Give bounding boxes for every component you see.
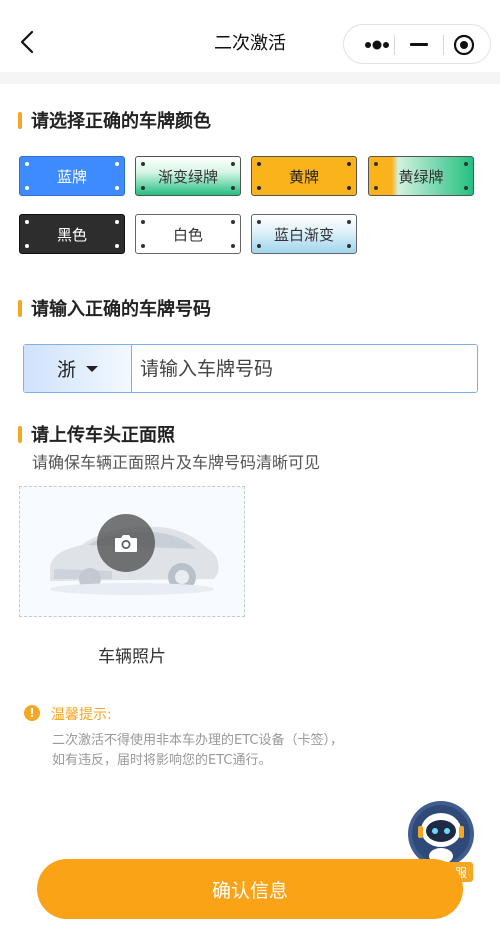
plate-label: 黄绿牌 bbox=[398, 167, 444, 186]
plate-option-blue-white-gradient[interactable]: 蓝白渐变 bbox=[251, 214, 357, 254]
province-selector[interactable]: 浙 bbox=[24, 345, 132, 392]
minimize-button[interactable] bbox=[410, 43, 428, 46]
close-miniprogram-button[interactable] bbox=[453, 34, 475, 56]
plate-label: 蓝白渐变 bbox=[273, 225, 334, 244]
nav-bar: 二次激活 bbox=[0, 0, 500, 72]
plate-option-white[interactable]: 白色 bbox=[135, 214, 241, 254]
confirm-button[interactable]: 确认信息 bbox=[37, 859, 463, 919]
tip-title: 温馨提示: bbox=[51, 707, 112, 723]
plate-label: 黑色 bbox=[56, 225, 87, 244]
accent-bar bbox=[18, 425, 22, 443]
plate-number-input[interactable] bbox=[138, 351, 472, 387]
vehicle-photo-upload[interactable] bbox=[19, 486, 245, 617]
section-title-plate-color: 请选择正确的车牌颜色 bbox=[18, 108, 211, 132]
plate-option-gradient-green[interactable]: 渐变绿牌 bbox=[135, 156, 241, 196]
section-title-text: 请输入正确的车牌号码 bbox=[31, 299, 211, 320]
more-dots-icon bbox=[365, 40, 389, 50]
accent-bar bbox=[18, 299, 22, 317]
upload-hint: 请确保车辆正面照片及车牌号码清晰可见 bbox=[32, 453, 321, 472]
plate-option-yellow-green[interactable]: 黄绿牌 bbox=[368, 156, 474, 196]
province-value: 浙 bbox=[56, 359, 76, 381]
camera-button[interactable] bbox=[97, 514, 155, 572]
plate-option-yellow[interactable]: 黄牌 bbox=[251, 156, 357, 196]
plate-number-input-group: 浙 bbox=[23, 344, 478, 393]
caret-down-icon bbox=[86, 365, 98, 372]
plate-label: 黄牌 bbox=[288, 167, 319, 186]
section-title-text: 请选择正确的车牌颜色 bbox=[31, 111, 211, 132]
plate-option-black[interactable]: 黑色 bbox=[19, 214, 125, 254]
miniprogram-capsule bbox=[343, 24, 491, 64]
capsule-divider bbox=[394, 35, 395, 55]
tip-text-line1: 二次激活不得使用非本车办理的ETC设备（卡签）， bbox=[52, 733, 343, 748]
warning-icon: ! bbox=[24, 705, 40, 721]
accent-bar bbox=[18, 111, 22, 129]
header-divider bbox=[0, 72, 500, 84]
section-title-plate-number: 请输入正确的车牌号码 bbox=[18, 296, 211, 320]
plate-label: 白色 bbox=[172, 225, 203, 244]
plate-label: 蓝牌 bbox=[56, 167, 87, 186]
more-button[interactable] bbox=[360, 37, 394, 53]
capsule-divider bbox=[443, 35, 444, 55]
tip-text-line2: 如有违反，届时将影响您的ETC通行。 bbox=[52, 753, 272, 768]
section-title-text: 请上传车头正面照 bbox=[31, 425, 175, 446]
plate-option-blue[interactable]: 蓝牌 bbox=[19, 156, 125, 196]
target-icon bbox=[453, 34, 475, 56]
section-title-upload-photo: 请上传车头正面照 bbox=[18, 422, 175, 446]
camera-icon bbox=[115, 535, 137, 552]
upload-label: 车辆照片 bbox=[98, 647, 166, 667]
plate-label: 渐变绿牌 bbox=[157, 167, 218, 186]
